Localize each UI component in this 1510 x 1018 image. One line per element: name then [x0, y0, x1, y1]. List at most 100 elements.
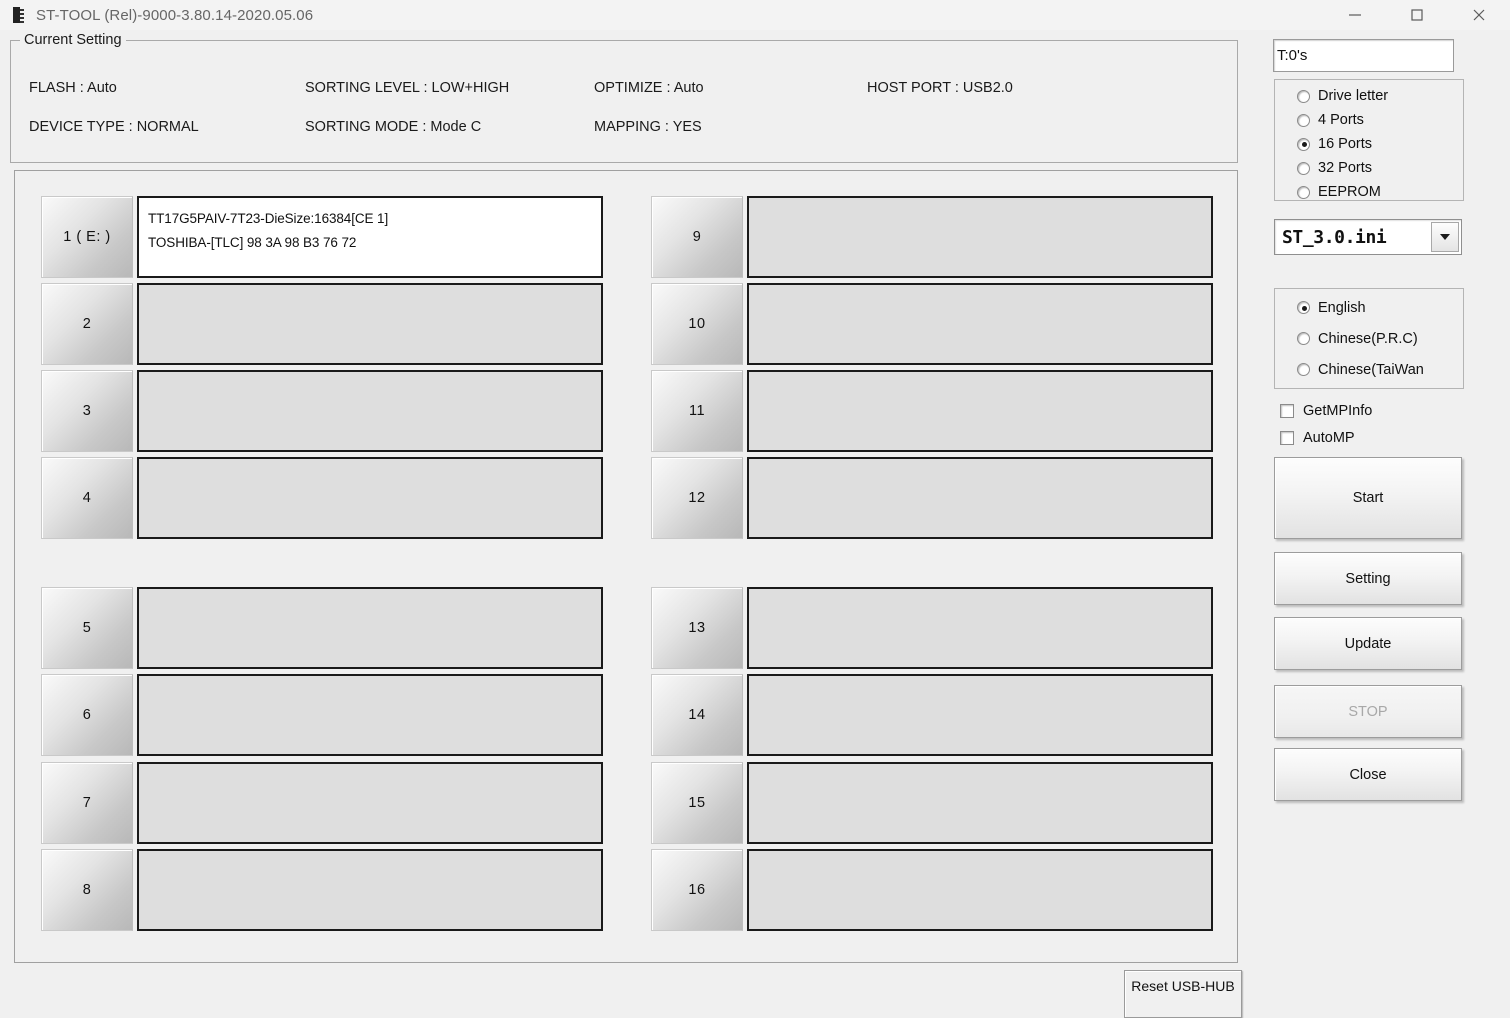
port-info-4[interactable] [137, 457, 603, 539]
port-info-16[interactable] [747, 849, 1213, 931]
status-field[interactable]: T:0's [1273, 39, 1454, 72]
chevron-down-icon[interactable] [1431, 222, 1459, 252]
setting-device-type: DEVICE TYPE : NORMAL [29, 119, 199, 135]
radio-english[interactable]: English [1275, 292, 1463, 323]
port-label-8: 8 [41, 849, 133, 931]
port-info-15[interactable] [747, 762, 1213, 844]
radio-label: Chinese(P.R.C) [1318, 330, 1418, 347]
port-cell-9[interactable]: 9 [651, 196, 1213, 278]
window-title: ST-TOOL (Rel)-9000-3.80.14-2020.05.06 [36, 6, 314, 24]
radio-label: Chinese(TaiWan [1318, 361, 1424, 378]
radio-drive-letter[interactable]: Drive letter [1275, 84, 1463, 108]
port-cell-2[interactable]: 2 [41, 283, 603, 365]
chip-icon [10, 6, 26, 24]
port-label-1: 1 ( E: ) [41, 196, 133, 278]
port-label-7: 7 [41, 762, 133, 844]
language-radio-group: English Chinese(P.R.C) Chinese(TaiWan [1274, 288, 1464, 389]
close-dialog-button[interactable]: Close [1274, 748, 1462, 801]
setting-button[interactable]: Setting [1274, 552, 1462, 605]
radio-indicator-icon [1297, 161, 1310, 175]
setting-host-port: HOST PORT : USB2.0 [867, 80, 1013, 96]
radio-chinese-taiwan[interactable]: Chinese(TaiWan [1275, 354, 1463, 385]
radio-indicator-icon [1297, 185, 1310, 199]
setting-optimize: OPTIMIZE : Auto [594, 80, 704, 96]
port-label-4: 4 [41, 457, 133, 539]
port-label-5: 5 [41, 587, 133, 669]
port-label-15: 15 [651, 762, 743, 844]
radio-indicator-icon [1297, 137, 1310, 151]
setting-sorting-level: SORTING LEVEL : LOW+HIGH [305, 80, 510, 96]
port-cell-8[interactable]: 8 [41, 849, 603, 931]
port-info-12[interactable] [747, 457, 1213, 539]
port-info-7[interactable] [137, 762, 603, 844]
port-label-12: 12 [651, 457, 743, 539]
port-cell-12[interactable]: 12 [651, 457, 1213, 539]
checkbox-label: AutoMP [1303, 430, 1355, 446]
radio-chinese-prc[interactable]: Chinese(P.R.C) [1275, 323, 1463, 354]
port-cell-16[interactable]: 16 [651, 849, 1213, 931]
ini-file-value: ST_3.0.ini [1282, 226, 1387, 248]
radio-label: 4 Ports [1318, 112, 1364, 128]
port-info-14[interactable] [747, 674, 1213, 756]
port-cell-15[interactable]: 15 [651, 762, 1213, 844]
port-cell-14[interactable]: 14 [651, 674, 1213, 756]
port-info-2[interactable] [137, 283, 603, 365]
checkbox-getmpinfo[interactable]: GetMPInfo [1280, 403, 1372, 419]
port-cell-3[interactable]: 3 [41, 370, 603, 452]
port-cell-1[interactable]: 1 ( E: ) TT17G5PAIV-7T23-DieSize:16384[C… [41, 196, 603, 278]
port-label-11: 11 [651, 370, 743, 452]
radio-indicator-icon [1297, 113, 1310, 127]
port-label-14: 14 [651, 674, 743, 756]
setting-mapping: MAPPING : YES [594, 119, 702, 135]
setting-flash: FLASH : Auto [29, 80, 117, 96]
port-info-10[interactable] [747, 283, 1213, 365]
ini-file-select[interactable]: ST_3.0.ini [1274, 219, 1462, 255]
port-cell-4[interactable]: 4 [41, 457, 603, 539]
stop-button: STOP [1274, 685, 1462, 738]
radio-indicator-icon [1297, 332, 1310, 345]
port-info-13[interactable] [747, 587, 1213, 669]
sidebar: T:0's Drive letter 4 Ports 16 Ports 32 P… [1270, 0, 1510, 1018]
port-cell-7[interactable]: 7 [41, 762, 603, 844]
port-info-3[interactable] [137, 370, 603, 452]
port-mode-radio-group: Drive letter 4 Ports 16 Ports 32 Ports E… [1274, 79, 1464, 201]
radio-indicator-icon [1297, 89, 1310, 103]
update-button[interactable]: Update [1274, 617, 1462, 670]
radio-eeprom[interactable]: EEPROM [1275, 180, 1463, 204]
port-cell-13[interactable]: 13 [651, 587, 1213, 669]
radio-16-ports[interactable]: 16 Ports [1275, 132, 1463, 156]
radio-label: 16 Ports [1318, 136, 1372, 152]
port-label-6: 6 [41, 674, 133, 756]
port-cell-6[interactable]: 6 [41, 674, 603, 756]
current-setting-group: Current Setting FLASH : Auto SORTING LEV… [10, 32, 1238, 163]
port-info-8[interactable] [137, 849, 603, 931]
port-info-5[interactable] [137, 587, 603, 669]
ports-panel: 1 ( E: ) TT17G5PAIV-7T23-DieSize:16384[C… [14, 170, 1238, 963]
radio-label: 32 Ports [1318, 160, 1372, 176]
port-label-3: 3 [41, 370, 133, 452]
checkbox-automp[interactable]: AutoMP [1280, 430, 1355, 446]
port-cell-5[interactable]: 5 [41, 587, 603, 669]
current-setting-legend: Current Setting [20, 32, 126, 48]
port-info-11[interactable] [747, 370, 1213, 452]
setting-sorting-mode: SORTING MODE : Mode C [305, 119, 482, 135]
radio-label: Drive letter [1318, 88, 1389, 104]
port-cell-10[interactable]: 10 [651, 283, 1213, 365]
checkbox-indicator-icon [1280, 431, 1294, 445]
port-label-10: 10 [651, 283, 743, 365]
radio-indicator-icon [1297, 301, 1310, 314]
port-label-13: 13 [651, 587, 743, 669]
port-cell-11[interactable]: 11 [651, 370, 1213, 452]
port-info-6[interactable] [137, 674, 603, 756]
radio-32-ports[interactable]: 32 Ports [1275, 156, 1463, 180]
checkbox-label: GetMPInfo [1303, 403, 1373, 419]
radio-label: English [1318, 299, 1366, 316]
radio-4-ports[interactable]: 4 Ports [1275, 108, 1463, 132]
port-info-9[interactable] [747, 196, 1213, 278]
start-button[interactable]: Start [1274, 457, 1462, 539]
reset-usb-hub-button[interactable]: Reset USB-HUB [1124, 970, 1242, 1018]
port-label-16: 16 [651, 849, 743, 931]
radio-indicator-icon [1297, 363, 1310, 376]
port-label-9: 9 [651, 196, 743, 278]
port-info-1[interactable]: TT17G5PAIV-7T23-DieSize:16384[CE 1] TOSH… [137, 196, 603, 278]
